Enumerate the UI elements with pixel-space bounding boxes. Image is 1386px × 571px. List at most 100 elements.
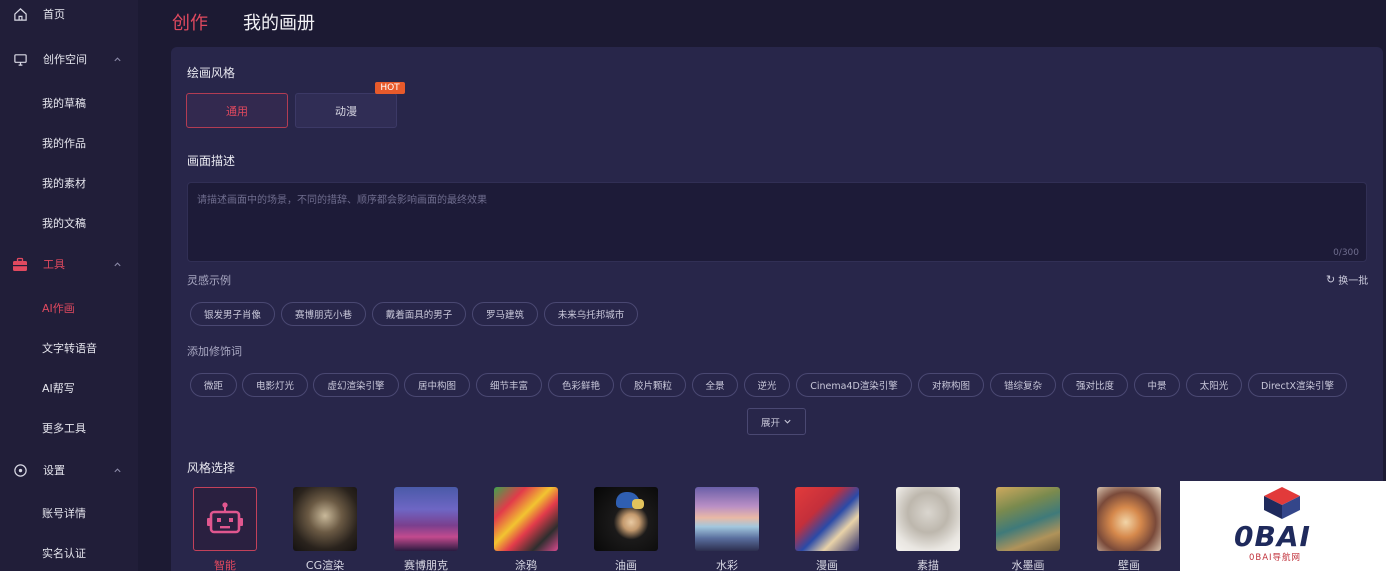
style-thumb-ink[interactable]: [996, 487, 1060, 551]
char-counter: 0/300: [1333, 248, 1359, 258]
style-thumb-oil[interactable]: [594, 487, 658, 551]
modifier-chip[interactable]: 逆光: [744, 373, 790, 397]
sidebar-item-more-tools[interactable]: 更多工具: [0, 416, 138, 440]
sidebar-item-label: 工具: [43, 258, 65, 271]
modifier-chip[interactable]: 太阳光: [1186, 373, 1242, 397]
modifier-chip[interactable]: 居中构图: [404, 373, 470, 397]
sidebar-item-label: AI作画: [42, 302, 75, 315]
sidebar-item-label: 我的草稿: [42, 97, 86, 110]
sidebar-item-label: 首页: [43, 8, 65, 21]
inspiration-chip[interactable]: 戴着面具的男子: [372, 302, 466, 326]
thumb-detail: [632, 499, 644, 509]
modifiers-title: 添加修饰词: [187, 345, 242, 358]
hot-badge: HOT: [375, 82, 405, 94]
sidebar-item-documents[interactable]: 我的文稿: [0, 211, 138, 235]
style-label: 涂鸦: [515, 559, 537, 571]
sidebar-item-creation-space[interactable]: 创作空间: [0, 47, 138, 71]
sidebar-item-works[interactable]: 我的作品: [0, 131, 138, 155]
sidebar-item-label: 设置: [43, 464, 65, 477]
expand-button[interactable]: 展开: [747, 408, 806, 435]
settings-icon: [12, 462, 28, 478]
style-thumb-sketch[interactable]: [896, 487, 960, 551]
tab-my-album[interactable]: 我的画册: [243, 9, 315, 35]
sidebar-item-home[interactable]: 首页: [0, 2, 138, 26]
modifier-chip[interactable]: 微距: [190, 373, 237, 397]
modifier-chip[interactable]: 错综复杂: [990, 373, 1056, 397]
monitor-icon: [12, 51, 28, 67]
inspiration-title: 灵感示例: [187, 274, 231, 287]
description-title: 画面描述: [187, 154, 236, 168]
inspiration-chip[interactable]: 未来乌托邦城市: [544, 302, 638, 326]
style-thumb-graffiti[interactable]: [494, 487, 558, 551]
style-option-general[interactable]: 通用: [186, 93, 288, 128]
style-thumb-smart[interactable]: [193, 487, 257, 551]
modifier-chip[interactable]: 细节丰富: [476, 373, 542, 397]
sidebar-item-label: 更多工具: [42, 422, 86, 435]
robot-icon: [207, 501, 243, 541]
inspiration-chip[interactable]: 罗马建筑: [472, 302, 538, 326]
sidebar-item-label: 创作空间: [43, 53, 87, 66]
expand-label: 展开: [760, 417, 780, 429]
sidebar-item-settings[interactable]: 设置: [0, 458, 138, 482]
style-label: 素描: [917, 559, 939, 571]
chevron-up-icon[interactable]: [112, 54, 122, 64]
style-select-title: 风格选择: [187, 461, 236, 475]
style-label: 漫画: [816, 559, 838, 571]
inspiration-chip[interactable]: 赛博朋克小巷: [281, 302, 366, 326]
home-icon: [12, 6, 28, 22]
tab-create[interactable]: 创作: [172, 9, 208, 35]
modifier-chip[interactable]: 中景: [1134, 373, 1180, 397]
painting-style-title: 绘画风格: [187, 66, 236, 80]
modifier-chip[interactable]: 色彩鲜艳: [548, 373, 614, 397]
sidebar-item-materials[interactable]: 我的素材: [0, 171, 138, 195]
sidebar: 首页 创作空间 我的草稿 我的作品 我的素材 我的文稿 工具 AI作画 文字转语…: [0, 0, 138, 571]
style-thumb-comic[interactable]: [795, 487, 859, 551]
style-label: 壁画: [1118, 559, 1140, 571]
style-label: 水墨画: [1011, 559, 1045, 571]
sidebar-item-label: 我的素材: [42, 177, 86, 190]
refresh-label: 换一批: [1338, 276, 1369, 287]
description-input[interactable]: [197, 191, 1357, 245]
sidebar-item-ai-painting[interactable]: AI作画: [0, 296, 138, 320]
inspiration-chip[interactable]: 银发男子肖像: [190, 302, 275, 326]
refresh-icon: ↻: [1326, 273, 1336, 286]
sidebar-item-label: 我的作品: [42, 137, 86, 150]
modifier-chip[interactable]: Cinema4D渲染引擎: [796, 373, 912, 397]
sidebar-item-account[interactable]: 账号详情: [0, 501, 138, 525]
style-label: 水彩: [716, 559, 738, 571]
sidebar-item-label: AI帮写: [42, 382, 75, 395]
watermark-logo-text: 0BAI: [1234, 520, 1311, 553]
cube-logo-icon: [1261, 485, 1303, 525]
sidebar-item-verification[interactable]: 实名认证: [0, 541, 138, 565]
chevron-up-icon[interactable]: [112, 259, 122, 269]
style-label: 油画: [615, 559, 637, 571]
chevron-down-icon: [783, 417, 792, 426]
style-thumb-cyberpunk[interactable]: [394, 487, 458, 551]
sidebar-item-label: 我的文稿: [42, 217, 86, 230]
modifier-chip[interactable]: 全景: [692, 373, 738, 397]
modifier-chip[interactable]: 强对比度: [1062, 373, 1128, 397]
sidebar-item-tools[interactable]: 工具: [0, 252, 138, 276]
modifier-chip[interactable]: 虚幻渲染引擎: [313, 373, 399, 397]
refresh-button[interactable]: ↻ 换一批: [1326, 272, 1368, 287]
style-label: 赛博朋克: [404, 559, 448, 571]
toolbox-icon: [12, 256, 28, 272]
description-box: 0/300: [187, 182, 1367, 262]
style-thumb-cg[interactable]: [293, 487, 357, 551]
modifier-chip[interactable]: 胶片颗粒: [620, 373, 686, 397]
sidebar-item-ai-writing[interactable]: AI帮写: [0, 376, 138, 400]
chevron-up-icon[interactable]: [112, 465, 122, 475]
modifier-chip[interactable]: 电影灯光: [242, 373, 308, 397]
style-label: CG渲染: [305, 559, 345, 571]
style-thumb-mural[interactable]: [1097, 487, 1161, 551]
sidebar-item-label: 账号详情: [42, 507, 86, 520]
modifier-chip[interactable]: DirectX渲染引擎: [1248, 373, 1347, 397]
sidebar-item-text-to-speech[interactable]: 文字转语音: [0, 336, 138, 360]
sidebar-item-label: 文字转语音: [42, 342, 97, 355]
style-thumb-watercolor[interactable]: [695, 487, 759, 551]
style-label: 智能: [214, 559, 236, 571]
sidebar-item-drafts[interactable]: 我的草稿: [0, 91, 138, 115]
watermark-sub-text: 0BAI导航网: [1249, 553, 1302, 563]
modifier-chip[interactable]: 对称构图: [918, 373, 984, 397]
style-option-anime[interactable]: 动漫: [295, 93, 397, 128]
